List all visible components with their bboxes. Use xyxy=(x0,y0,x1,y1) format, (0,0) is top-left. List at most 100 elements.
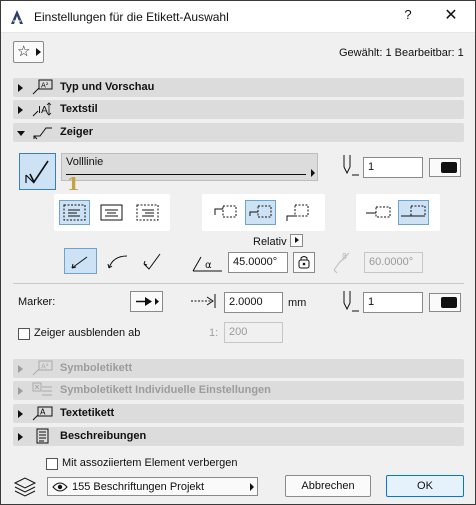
connection-side-icon xyxy=(366,206,391,218)
anchor-middle-button[interactable] xyxy=(245,200,276,225)
section-textetikett[interactable]: A Textetikett xyxy=(13,404,464,423)
line-type-name: Volllinie xyxy=(66,156,104,168)
angle-field[interactable]: 45.0000° xyxy=(228,252,288,273)
color-swatch xyxy=(441,297,457,308)
marker-pen-field[interactable]: 1 xyxy=(363,292,423,313)
close-button[interactable]: ✕ xyxy=(441,5,461,25)
collapse-arrow-icon xyxy=(17,131,25,136)
anchor-bottom-button[interactable] xyxy=(282,200,313,225)
angle-lock-button[interactable] xyxy=(293,252,315,273)
step-badge: 1 xyxy=(67,174,80,195)
connection-side-button[interactable] xyxy=(363,200,394,225)
anchor-top-icon xyxy=(214,205,237,218)
section-zeiger[interactable]: Zeiger xyxy=(13,123,464,142)
section-label: Textetikett xyxy=(60,407,115,419)
relativ-label: Relativ xyxy=(253,236,287,248)
hide-pointer-label: Zeiger ausblenden ab xyxy=(34,327,141,339)
divider xyxy=(13,283,464,284)
marker-color-button[interactable] xyxy=(429,293,461,312)
section-label: Beschreibungen xyxy=(60,430,147,442)
section-textstil[interactable]: IA Textstil xyxy=(13,100,464,119)
star-icon: ☆ xyxy=(17,43,31,60)
pointer-check-button[interactable] xyxy=(137,248,170,274)
relativ-popup-button[interactable] xyxy=(290,234,303,247)
section-label: Typ und Vorschau xyxy=(60,81,155,93)
section-beschreibungen[interactable]: Beschreibungen xyxy=(13,427,464,446)
section-label: Symboletikett Individuelle Einstellungen xyxy=(60,384,271,396)
pointer-pen-field[interactable]: 1 xyxy=(363,157,423,178)
cancel-button[interactable]: Abbrechen xyxy=(285,475,371,497)
expand-arrow-icon xyxy=(18,387,23,395)
align-left-icon xyxy=(63,204,86,221)
lock-icon xyxy=(298,256,310,269)
section-symboletikett-individuell[interactable]: Symboletikett Individuelle Einstellungen xyxy=(13,381,464,400)
hide-with-element-label: Mit assoziiertem Element verbergen xyxy=(62,457,238,469)
marker-pen-icon xyxy=(343,291,359,312)
label-type-icon: A² xyxy=(32,79,53,95)
expand-arrow-icon xyxy=(18,106,23,114)
pointer-enable-toggle[interactable] xyxy=(19,153,56,190)
connection-under-icon xyxy=(401,205,426,217)
marker-label: Marker: xyxy=(18,296,56,308)
color-swatch xyxy=(441,162,457,173)
align-center-icon xyxy=(100,204,123,221)
line-type-selector[interactable]: Volllinie xyxy=(61,153,318,181)
scale-prefix: 1: xyxy=(209,327,219,339)
pointer-check-icon xyxy=(143,253,161,270)
line-preview xyxy=(66,174,306,175)
eye-icon xyxy=(52,482,68,492)
align-right-button[interactable] xyxy=(132,200,163,225)
anchor-group xyxy=(202,194,325,231)
align-left-button[interactable] xyxy=(59,200,90,225)
svg-text:α: α xyxy=(205,260,212,271)
popup-arrow-icon xyxy=(311,169,315,177)
pointer-curved-button[interactable] xyxy=(102,248,135,274)
selection-info: Gewählt: 1 Bearbeitbar: 1 xyxy=(339,47,464,59)
pointer-enabled-icon xyxy=(25,160,49,184)
section-label: Symboletikett xyxy=(60,362,133,374)
marker-size-field[interactable]: 2.0000 xyxy=(224,292,283,313)
favorites-button[interactable]: ☆ xyxy=(13,41,44,63)
pointer-curved-icon xyxy=(107,255,128,269)
marker-size-icon xyxy=(191,294,216,308)
hide-with-element-checkbox[interactable] xyxy=(46,458,58,470)
section-symboletikett[interactable]: A² Symboletikett xyxy=(13,359,464,378)
marker-type-button[interactable] xyxy=(130,291,163,312)
text-align-group xyxy=(54,194,170,231)
second-angle-icon: β xyxy=(333,252,350,274)
section-typ-und-vorschau[interactable]: A² Typ und Vorschau xyxy=(13,78,464,97)
symbol-label-icon: A² xyxy=(32,360,53,376)
anchor-bottom-icon xyxy=(286,204,309,221)
archicad-icon xyxy=(11,10,23,24)
expand-arrow-icon xyxy=(18,433,23,441)
expand-arrow-icon xyxy=(18,410,23,418)
section-label: Textstil xyxy=(60,103,98,115)
ok-button[interactable]: OK xyxy=(386,475,464,497)
svg-text:A²: A² xyxy=(41,82,49,90)
svg-text:IA: IA xyxy=(38,105,48,116)
pointer-straight-button[interactable] xyxy=(64,248,97,274)
help-button[interactable]: ? xyxy=(399,7,417,22)
text-style-icon: IA xyxy=(32,102,52,117)
marker-arrow-icon xyxy=(136,297,159,306)
anchor-middle-icon xyxy=(249,205,272,218)
align-center-button[interactable] xyxy=(96,200,127,225)
scale-field[interactable]: 200 xyxy=(224,322,283,343)
angle-icon: α xyxy=(192,256,222,272)
document-icon xyxy=(36,428,49,444)
symbol-settings-icon xyxy=(32,382,52,396)
unit-label: mm xyxy=(288,297,307,309)
hide-pointer-checkbox[interactable] xyxy=(18,328,30,340)
align-right-icon xyxy=(136,204,159,221)
anchor-top-button[interactable] xyxy=(210,200,241,225)
layer-name: 155 Beschriftungen Projekt xyxy=(72,481,205,493)
pointer-color-button[interactable] xyxy=(429,158,461,177)
angle2-field[interactable]: 60.0000° xyxy=(364,252,423,273)
connection-group xyxy=(356,194,440,231)
pointer-straight-icon xyxy=(71,256,88,269)
connection-under-button[interactable] xyxy=(398,200,429,225)
play-arrow-icon xyxy=(36,48,41,56)
section-label: Zeiger xyxy=(60,126,94,138)
layer-dropdown[interactable]: 155 Beschriftungen Projekt xyxy=(47,477,258,496)
dropdown-arrow-icon xyxy=(250,483,254,491)
